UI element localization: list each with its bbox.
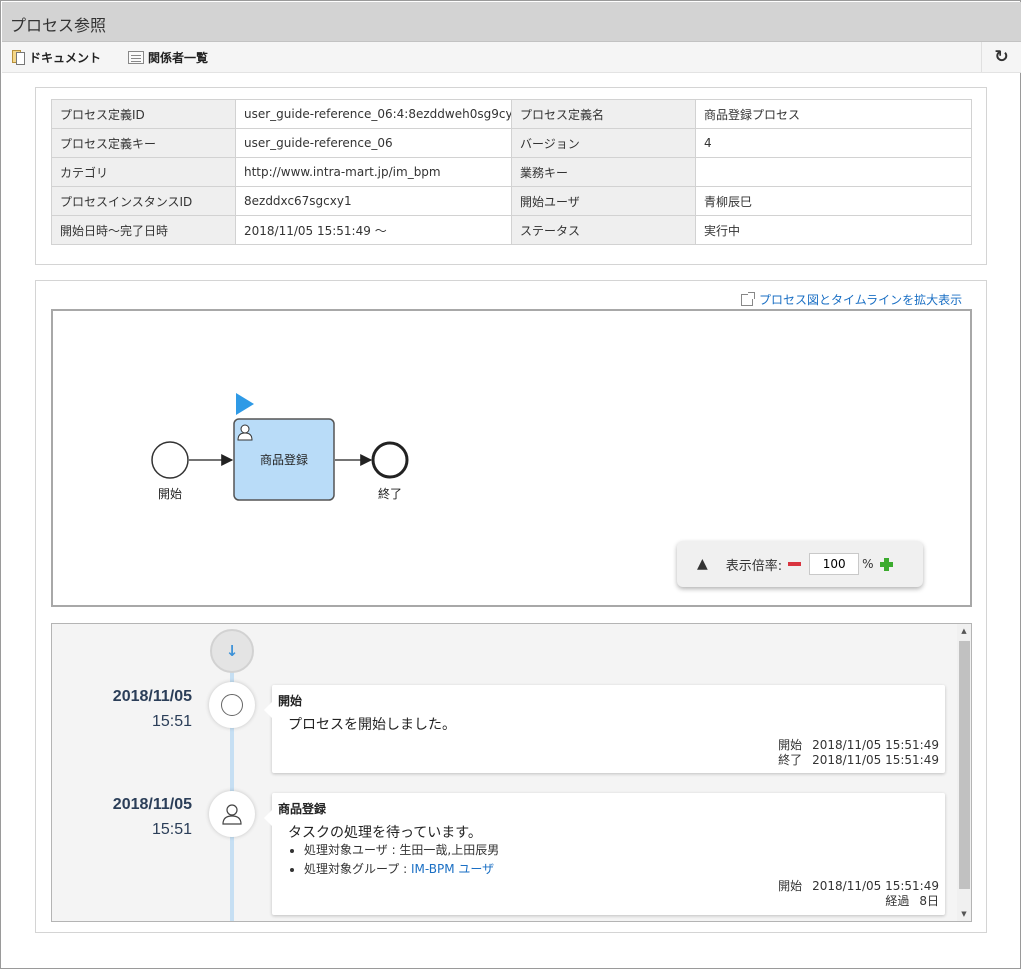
external-link-icon bbox=[741, 291, 755, 306]
arrow-down-icon: ↓ bbox=[225, 642, 239, 660]
list-icon bbox=[128, 50, 144, 64]
info-row: 開始日時～完了日時 2018/11/05 15:51:49 ～ステータス 実行中 bbox=[51, 215, 972, 245]
info-value: 4 bbox=[695, 128, 972, 158]
info-value: 商品登録プロセス bbox=[695, 99, 972, 129]
meta-value: 2018/11/05 15:51:49 bbox=[812, 738, 939, 752]
toolbar: ドキュメント 関係者一覧 ↻ bbox=[2, 42, 1021, 73]
info-row: プロセス定義キー user_guide-reference_06 バージョン 4 bbox=[51, 128, 972, 158]
process-info-table: プロセス定義ID user_guide-reference_06:4:8ezddw… bbox=[51, 99, 972, 245]
info-value: 青柳辰巳 bbox=[695, 186, 972, 216]
meta-value: 2018/11/05 15:51:49 bbox=[812, 753, 939, 767]
info-label: プロセス定義キー bbox=[51, 128, 236, 158]
active-task-marker bbox=[236, 393, 254, 415]
info-label: プロセスインスタンスID bbox=[51, 186, 236, 216]
task-label: 商品登録 bbox=[260, 452, 308, 467]
zoom-out-icon[interactable] bbox=[788, 562, 802, 566]
timeline-date: 2018/11/05 bbox=[112, 796, 192, 813]
process-diagram-panel: プロセス図とタイムラインを拡大表示 開始 商品登録 終了 ▲ 表示倍率: 100… bbox=[35, 280, 987, 933]
detail-item: 処理対象グループ : IM-BPM ユーザ bbox=[304, 860, 499, 877]
group-link[interactable]: IM-BPM ユーザ bbox=[411, 862, 494, 876]
document-icon bbox=[12, 49, 25, 65]
timeline-card-message: プロセスを開始しました。 bbox=[288, 717, 456, 733]
timeline-card-task: 商品登録 タスクの処理を待っています。 処理対象ユーザ : 生田一哉,上田辰男 … bbox=[264, 793, 945, 915]
info-row: カテゴリ http://www.intra-mart.jp/im_bpm 業務キー bbox=[51, 157, 972, 187]
meta-key: 開始 bbox=[778, 879, 803, 893]
start-event-icon bbox=[221, 694, 243, 716]
end-event-label: 終了 bbox=[378, 486, 402, 501]
window-title: プロセス参照 bbox=[10, 16, 107, 35]
info-row: プロセスインスタンスID 8ezddxc67sgcxy1 開始ユーザ 青柳辰巳 bbox=[51, 186, 972, 216]
timeline-card-start: 開始 プロセスを開始しました。 開始 2018/11/05 15:51:49 終了… bbox=[264, 685, 945, 773]
info-label: バージョン bbox=[511, 128, 696, 158]
scroll-up-icon[interactable]: ▲ bbox=[957, 624, 971, 638]
info-value: 8ezddxc67sgcxy1 bbox=[235, 186, 512, 216]
info-row: プロセス定義ID user_guide-reference_06:4:8ezddw… bbox=[51, 99, 972, 129]
info-label: 開始日時～完了日時 bbox=[51, 215, 236, 245]
zoom-unit: % bbox=[862, 557, 874, 571]
info-label: カテゴリ bbox=[51, 157, 236, 187]
timeline-node-start bbox=[209, 682, 255, 728]
info-label: プロセス定義名 bbox=[511, 99, 696, 129]
timeline-card-message: タスクの処理を待っています。 bbox=[288, 825, 482, 841]
timeline-time: 15:51 bbox=[151, 713, 192, 730]
timeline-card-title: 開始 bbox=[278, 694, 303, 708]
document-button[interactable]: ドキュメント bbox=[12, 48, 101, 66]
meta-value: 8日 bbox=[919, 894, 939, 908]
title-bar: プロセス参照 bbox=[2, 2, 1021, 42]
timeline-scroll-down-button[interactable]: ↓ bbox=[210, 629, 254, 673]
info-value bbox=[695, 157, 972, 187]
info-label: プロセス定義ID bbox=[51, 99, 236, 129]
process-info-panel: プロセス定義ID user_guide-reference_06:4:8ezddw… bbox=[35, 87, 987, 265]
refresh-icon[interactable]: ↻ bbox=[981, 42, 1021, 72]
timeline-entry-date: 2018/11/05 15:51 bbox=[57, 688, 192, 731]
participants-list-button-label: 関係者一覧 bbox=[148, 50, 209, 65]
process-diagram[interactable]: 開始 商品登録 終了 ▲ 表示倍率: % bbox=[51, 309, 972, 607]
info-label: 開始ユーザ bbox=[511, 186, 696, 216]
info-label: ステータス bbox=[511, 215, 696, 245]
timeline-node-task bbox=[209, 791, 255, 837]
zoom-in-icon[interactable] bbox=[879, 557, 893, 571]
document-button-label: ドキュメント bbox=[29, 50, 102, 65]
timeline-card-meta: 開始 2018/11/05 15:51:49 経過 8日 bbox=[778, 879, 939, 909]
info-value: http://www.intra-mart.jp/im_bpm bbox=[235, 157, 512, 187]
timeline-card-meta: 開始 2018/11/05 15:51:49 終了 2018/11/05 15:51… bbox=[778, 738, 939, 768]
scroll-down-icon[interactable]: ▼ bbox=[957, 907, 971, 921]
zoom-input[interactable] bbox=[809, 553, 860, 575]
expand-diagram-link[interactable]: プロセス図とタイムラインを拡大表示 bbox=[741, 291, 962, 308]
timeline-card-title: 商品登録 bbox=[278, 802, 327, 816]
zoom-label: 表示倍率: bbox=[725, 558, 783, 574]
process-reference-window: プロセス参照 ドキュメント 関係者一覧 ↻ プロセス定義ID user_guide… bbox=[0, 0, 1021, 969]
start-event-label: 開始 bbox=[158, 487, 182, 501]
user-icon bbox=[222, 804, 242, 825]
participants-list-button[interactable]: 関係者一覧 bbox=[128, 48, 208, 66]
meta-key: 開始 bbox=[778, 738, 803, 752]
meta-value: 2018/11/05 15:51:49 bbox=[812, 879, 939, 893]
info-value: user_guide-reference_06:4:8ezddweh0sg9cy… bbox=[235, 99, 512, 129]
info-value: 2018/11/05 15:51:49 ～ bbox=[235, 215, 512, 245]
timeline-scrollbar[interactable]: ▲ ▼ bbox=[957, 624, 971, 921]
timeline-time: 15:51 bbox=[151, 821, 192, 838]
timeline-entry-date: 2018/11/05 15:51 bbox=[57, 796, 192, 839]
timeline-date: 2018/11/05 bbox=[112, 688, 192, 705]
meta-key: 経過 bbox=[885, 894, 910, 908]
detail-item: 処理対象ユーザ : 生田一哉,上田辰男 bbox=[304, 841, 499, 858]
expand-diagram-link-label: プロセス図とタイムラインを拡大表示 bbox=[759, 293, 963, 307]
zoom-control: ▲ 表示倍率: % bbox=[677, 541, 923, 587]
info-value: user_guide-reference_06 bbox=[235, 128, 512, 158]
end-event[interactable] bbox=[371, 441, 409, 479]
scrollbar-thumb[interactable] bbox=[959, 641, 970, 889]
meta-key: 終了 bbox=[778, 753, 803, 767]
timeline-card-details: 処理対象ユーザ : 生田一哉,上田辰男 処理対象グループ : IM-BPM ユー… bbox=[304, 841, 499, 879]
timeline: ↓ 2018/11/05 15:51 開始 プロセスを開始しました。 開始 201… bbox=[51, 623, 972, 922]
info-value: 実行中 bbox=[695, 215, 972, 245]
home-icon[interactable]: ▲ bbox=[697, 556, 708, 572]
info-label: 業務キー bbox=[511, 157, 696, 187]
start-event[interactable] bbox=[151, 441, 189, 479]
